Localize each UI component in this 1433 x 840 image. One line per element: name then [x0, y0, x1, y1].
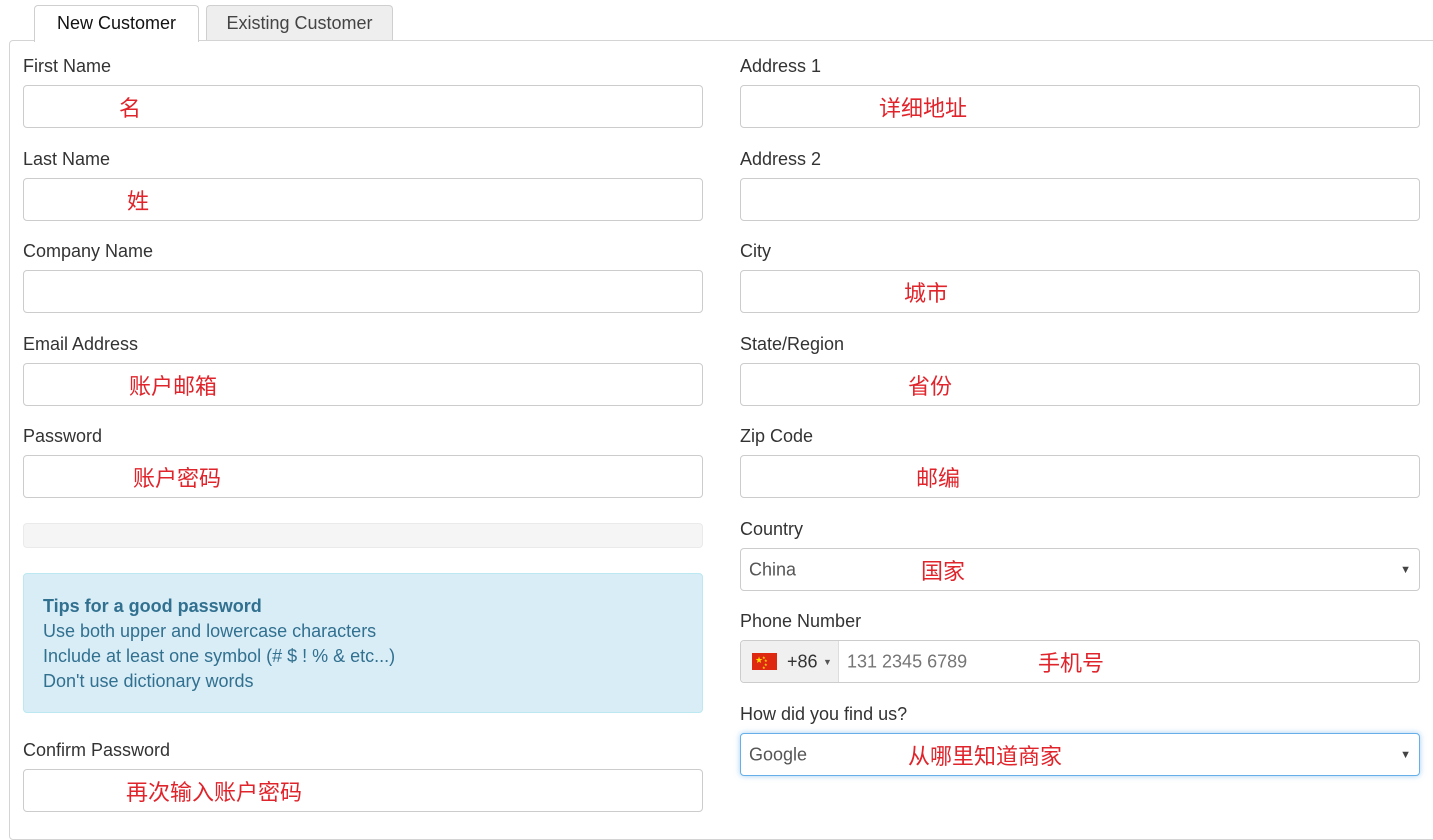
country-select[interactable]: China 国家 ▼ — [740, 548, 1420, 591]
tips-title: Tips for a good password — [43, 596, 262, 616]
tip-line: Don't use dictionary words — [43, 671, 254, 691]
country-label: Country — [740, 519, 804, 539]
password-label: Password — [23, 426, 103, 446]
password-field[interactable]: 账户密码 — [23, 455, 703, 498]
country-code-dropdown[interactable]: ★ ★ ★ ★ ★ +86 ▼ — [741, 641, 839, 682]
find-us-selected-value: Google — [749, 744, 808, 764]
tip-line: Include at least one symbol (# $ ! % & e… — [43, 646, 396, 666]
email-address-field[interactable]: 账户邮箱 — [23, 363, 703, 406]
find-us-annotation: 从哪里知道商家 — [908, 744, 1063, 770]
city-label: City — [740, 241, 771, 261]
chevron-down-icon: ▼ — [1400, 563, 1411, 576]
state-region-label: State/Region — [740, 334, 845, 354]
first-name-field[interactable]: 名 — [23, 85, 703, 128]
chevron-down-icon: ▼ — [1400, 748, 1411, 761]
dial-code: +86 — [787, 651, 818, 671]
find-us-label: How did you find us? — [740, 704, 908, 724]
zip-code-field[interactable]: 邮编 — [740, 455, 1420, 498]
first-name-annotation: 名 — [119, 96, 142, 122]
city-annotation: 城市 — [904, 281, 949, 307]
phone-number-label: Phone Number — [740, 611, 862, 631]
company-name-label: Company Name — [23, 241, 154, 261]
last-name-label: Last Name — [23, 149, 111, 169]
address1-field[interactable]: 详细地址 — [740, 85, 1420, 128]
confirm-password-label: Confirm Password — [23, 740, 171, 760]
zip-annotation: 邮编 — [916, 466, 961, 492]
address2-field[interactable] — [740, 178, 1420, 221]
tip-line: Use both upper and lowercase characters — [43, 621, 377, 641]
first-name-label: First Name — [23, 56, 112, 76]
find-us-select[interactable]: Google 从哪里知道商家 ▼ — [740, 733, 1420, 776]
address2-label: Address 2 — [740, 149, 822, 169]
email-annotation: 账户邮箱 — [129, 374, 218, 400]
confirm-password-annotation: 再次输入账户密码 — [126, 780, 303, 806]
caret-down-icon: ▼ — [823, 656, 832, 667]
phone-annotation: 手机号 — [1038, 651, 1105, 677]
form-panel — [9, 40, 1433, 840]
country-selected-value: China — [749, 559, 797, 579]
password-annotation: 账户密码 — [133, 466, 222, 492]
company-name-field[interactable] — [23, 270, 703, 313]
last-name-annotation: 姓 — [127, 189, 150, 215]
state-annotation: 省份 — [908, 374, 953, 400]
password-strength-bar — [23, 523, 703, 548]
city-field[interactable]: 城市 — [740, 270, 1420, 313]
china-flag-icon: ★ ★ ★ ★ ★ — [752, 653, 777, 670]
state-region-field[interactable]: 省份 — [740, 363, 1420, 406]
email-address-label: Email Address — [23, 334, 139, 354]
address1-annotation: 详细地址 — [879, 96, 968, 122]
password-tips-box: Tips for a good password Use both upper … — [23, 573, 703, 713]
phone-number-field[interactable]: ★ ★ ★ ★ ★ +86 ▼ 手机号 — [740, 640, 1420, 683]
phone-input[interactable] — [847, 651, 1027, 672]
address1-label: Address 1 — [740, 56, 822, 76]
country-annotation: 国家 — [921, 559, 966, 585]
tab-new-customer[interactable]: New Customer — [34, 5, 199, 42]
tab-existing-customer[interactable]: Existing Customer — [206, 5, 393, 41]
zip-code-label: Zip Code — [740, 426, 814, 446]
confirm-password-field[interactable]: 再次输入账户密码 — [23, 769, 703, 812]
last-name-field[interactable]: 姓 — [23, 178, 703, 221]
